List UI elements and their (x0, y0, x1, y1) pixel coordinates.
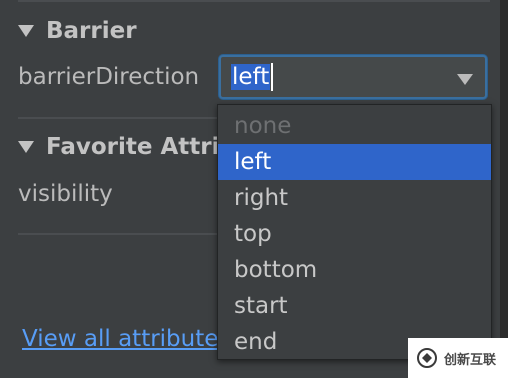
visibility-label: visibility (18, 181, 113, 207)
panel-edge (500, 0, 508, 378)
chevron-down-icon[interactable] (457, 74, 473, 85)
expand-triangle-icon (18, 141, 34, 153)
top-divider (18, 0, 490, 2)
dropdown-option-left[interactable]: left (218, 144, 491, 180)
dropdown-option-top[interactable]: top (218, 216, 491, 252)
dropdown-option-start[interactable]: start (218, 288, 491, 324)
barrier-section-header[interactable]: Barrier (18, 18, 137, 44)
expand-triangle-icon (18, 25, 34, 37)
dropdown-option-right[interactable]: right (218, 180, 491, 216)
barrier-section-title: Barrier (46, 18, 137, 44)
barrier-direction-select[interactable]: left (219, 55, 487, 99)
watermark: 创新互联 (408, 338, 508, 378)
dropdown-option-bottom[interactable]: bottom (218, 252, 491, 288)
dropdown-option-none: none (234, 113, 292, 139)
brand-logo-icon (417, 348, 437, 368)
barrier-direction-dropdown[interactable]: none left right top bottom start end (217, 104, 492, 360)
text-caret (271, 63, 273, 91)
barrier-direction-label: barrierDirection (18, 64, 200, 90)
barrier-direction-value[interactable]: left (231, 64, 271, 90)
view-all-attributes-link[interactable]: View all attributes (22, 326, 217, 352)
watermark-text: 创新互联 (444, 352, 497, 368)
